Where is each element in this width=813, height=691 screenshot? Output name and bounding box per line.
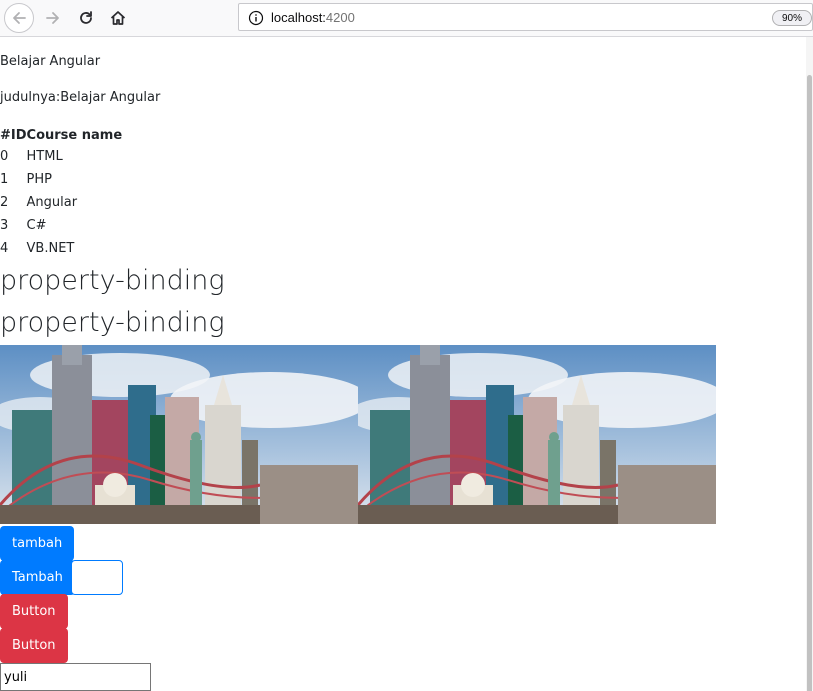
name-input[interactable] <box>0 663 151 691</box>
header-id: #ID <box>0 127 27 143</box>
row-id: 2 <box>0 195 9 210</box>
property-binding-title-1: property-binding <box>0 265 225 296</box>
row-id: 4 <box>0 241 9 256</box>
scrollbar-thumb[interactable] <box>807 75 812 691</box>
url-host: localhost: <box>271 10 326 25</box>
table-row: 1 PHP <box>0 168 122 191</box>
reload-button[interactable] <box>71 3 101 33</box>
address-bar[interactable]: localhost:4200 90% <box>238 3 813 31</box>
row-course-name: Angular <box>26 195 78 210</box>
danger-button-2[interactable]: Button <box>0 628 68 663</box>
row-course-name: HTML <box>26 149 63 164</box>
tambah-button[interactable]: tambah <box>0 526 75 561</box>
arrow-left-icon <box>13 12 26 24</box>
row-course-name: C# <box>26 218 47 233</box>
course-table: #ID Course name 0 HTML 1 PHP 2 Angular 3… <box>0 125 122 260</box>
tambah-input[interactable] <box>71 560 123 595</box>
row-id: 3 <box>0 218 9 233</box>
danger-button-1[interactable]: Button <box>0 594 68 629</box>
zoom-level-badge[interactable]: 90% <box>772 10 812 26</box>
info-icon[interactable] <box>248 10 264 26</box>
home-button[interactable] <box>103 3 133 33</box>
browser-toolbar: localhost:4200 90% <box>0 0 813 37</box>
header-course-name: Course name <box>26 127 123 143</box>
table-header-row: #ID Course name <box>0 125 122 145</box>
table-row: 2 Angular <box>0 191 122 214</box>
row-course-name: VB.NET <box>26 241 75 256</box>
page-content: Belajar Angular judulnya:Belajar Angular… <box>0 37 806 691</box>
table-row: 3 C# <box>0 214 122 237</box>
arrow-right-icon <box>46 12 59 24</box>
city-skyline-image <box>0 345 358 524</box>
forward-button[interactable] <box>38 3 68 33</box>
city-skyline-image <box>358 345 716 524</box>
back-button[interactable] <box>4 3 34 33</box>
title-line: judulnya:Belajar Angular <box>0 90 161 105</box>
page-heading: Belajar Angular <box>0 54 101 69</box>
row-id: 0 <box>0 149 9 164</box>
url-port: 4200 <box>325 10 355 25</box>
reload-icon <box>80 11 92 24</box>
property-binding-title-2: property-binding <box>0 307 225 338</box>
table-row: 4 VB.NET <box>0 237 122 260</box>
vertical-scrollbar[interactable] <box>806 37 813 691</box>
tambah-submit-button[interactable]: Tambah <box>0 560 75 595</box>
url-text[interactable]: localhost:4200 <box>271 10 355 25</box>
row-course-name: PHP <box>26 172 52 187</box>
row-id: 1 <box>0 172 9 187</box>
table-row: 0 HTML <box>0 145 122 168</box>
home-icon <box>110 11 126 25</box>
